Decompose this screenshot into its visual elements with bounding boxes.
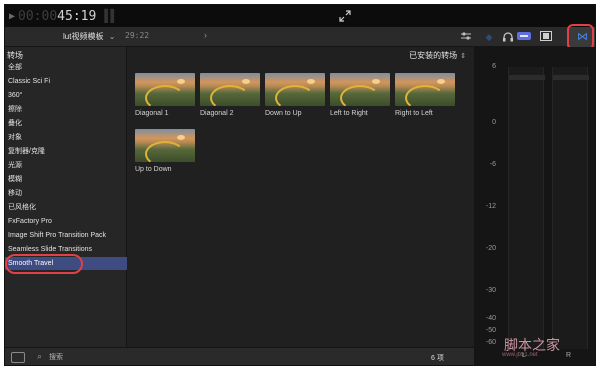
chevron-right-icon[interactable]: › [204, 30, 207, 40]
sidebar-item-lights[interactable]: 光源 [5, 159, 127, 172]
project-name: lut视频模板 [63, 32, 104, 41]
item-count: 6 项 [431, 355, 444, 362]
transition-tile-left-to-right[interactable]: Left to Right [330, 73, 390, 117]
timecode-display[interactable]: ▶ 00:00 45:19 ▌▌ [9, 7, 118, 25]
transition-label: Right to Left [395, 110, 433, 117]
audio-meters: 6 0 -6 -12 -20 -30 -40 -50 -60 脚本之家 www.… [474, 47, 595, 365]
filter-label: 已安装的转场 [409, 51, 458, 60]
sidebar-item-replicator[interactable]: 复制器/克隆 [5, 145, 127, 158]
transition-thumbnail [135, 129, 195, 162]
meter-tick: -30 [485, 287, 496, 294]
snap-toggle-icon[interactable] [517, 31, 531, 43]
transition-tile-up-to-down[interactable]: Up to Down [135, 129, 195, 173]
timecode-separator-icon: ▌▌ [104, 9, 117, 23]
transition-thumbnail [330, 73, 390, 106]
transition-category-sidebar: 转场 全部 Classic Sci Fi 360° 擦除 叠化 对象 复制器/克… [5, 47, 127, 347]
sidebar-item-360[interactable]: 360° [5, 89, 127, 102]
sidebar-item-objects[interactable]: 对象 [5, 131, 127, 144]
transition-thumbnail [395, 73, 455, 106]
transition-label: Left to Right [330, 110, 368, 117]
meter-right-channel [552, 67, 589, 349]
fullscreen-icon[interactable] [339, 10, 351, 22]
timecode-hours: 00:00 [18, 8, 58, 24]
meter-tick: -20 [485, 245, 496, 252]
sidebar-item-wipes[interactable]: 擦除 [5, 103, 127, 116]
toggle-sidebar-button[interactable] [11, 352, 25, 363]
installed-transitions-dropdown[interactable]: 已安装的转场 ⇕ [409, 50, 466, 61]
channel-label-right: R [566, 352, 572, 359]
search-input[interactable] [49, 351, 139, 364]
chevron-down-icon: ⌄ [108, 32, 116, 41]
transition-thumbnail [135, 73, 195, 106]
sidebar-item-movements[interactable]: 移动 [5, 187, 127, 200]
meter-tick: -50 [485, 327, 496, 334]
meter-left-channel [508, 67, 545, 349]
transition-label: Diagonal 2 [200, 110, 234, 117]
transitions-browser: 已安装的转场 ⇕ Diagonal 1 Diagonal 2 Down to Up… [127, 47, 474, 347]
sidebar-item-blurs[interactable]: 模糊 [5, 173, 127, 186]
project-name-menu[interactable]: lut视频模板 ⌄ [63, 31, 115, 42]
sliders-icon[interactable] [460, 31, 472, 43]
browser-footer: ⌕ 6 项 [5, 347, 474, 365]
timecode-seconds: 45:19 [57, 8, 97, 24]
timeline-toolbar: lut视频模板 ⌄ 29:22 › ◆ ◐ ⋈ [5, 24, 595, 50]
sidebar-item-image-shift-pro[interactable]: Image Shift Pro Transition Pack [5, 229, 127, 242]
final-cut-pro-window: ▶ 00:00 45:19 ▌▌ lut视频模板 ⌄ 29:22 › ◆ ⋈ 转… [4, 4, 596, 366]
meter-tick: -6 [489, 161, 496, 168]
annotation-highlight-ring [5, 254, 83, 274]
transition-label: Diagonal 1 [135, 110, 169, 117]
watermark-url: www.jb51.net [502, 352, 538, 358]
transition-tile-diagonal-2[interactable]: Diagonal 2 [200, 73, 260, 117]
chevron-updown-icon: ⇕ [460, 53, 466, 60]
sidebar-item-classic-sci-fi[interactable]: Classic Sci Fi [5, 75, 127, 88]
sidebar-item-dissolves[interactable]: 叠化 [5, 117, 127, 130]
play-icon[interactable]: ▶ [9, 11, 15, 22]
sidebar-title: 转场 [7, 51, 23, 60]
project-duration: 29:22 [125, 31, 150, 40]
sidebar-item-stylized[interactable]: 已风格化 [5, 201, 127, 214]
transition-tile-right-to-left[interactable]: Right to Left [395, 73, 455, 117]
viewer-control-bar: ▶ 00:00 45:19 ▌▌ [5, 5, 595, 27]
meter-tick: -12 [485, 203, 496, 210]
transition-label: Up to Down [135, 166, 172, 173]
meter-tick: 6 [492, 63, 496, 70]
headphones-icon[interactable] [502, 31, 514, 43]
meter-tick: -40 [485, 315, 496, 322]
transition-tile-down-to-up[interactable]: Down to Up [265, 73, 325, 117]
meter-tick: 0 [492, 119, 496, 126]
blade-indicator-icon: ◆ [485, 32, 493, 42]
transition-tile-diagonal-1[interactable]: Diagonal 1 [135, 73, 195, 117]
sidebar-item-fxfactory-pro[interactable]: FxFactory Pro [5, 215, 127, 228]
sidebar-item-all[interactable]: 全部 [5, 61, 127, 74]
transition-label: Down to Up [265, 110, 302, 117]
transition-thumbnail [265, 73, 325, 106]
transition-thumbnail [200, 73, 260, 106]
search-icon: ⌕ [37, 351, 43, 361]
meter-tick: -60 [485, 339, 496, 346]
filmstrip-icon[interactable] [540, 31, 552, 43]
channel-label-left: L [522, 352, 526, 359]
